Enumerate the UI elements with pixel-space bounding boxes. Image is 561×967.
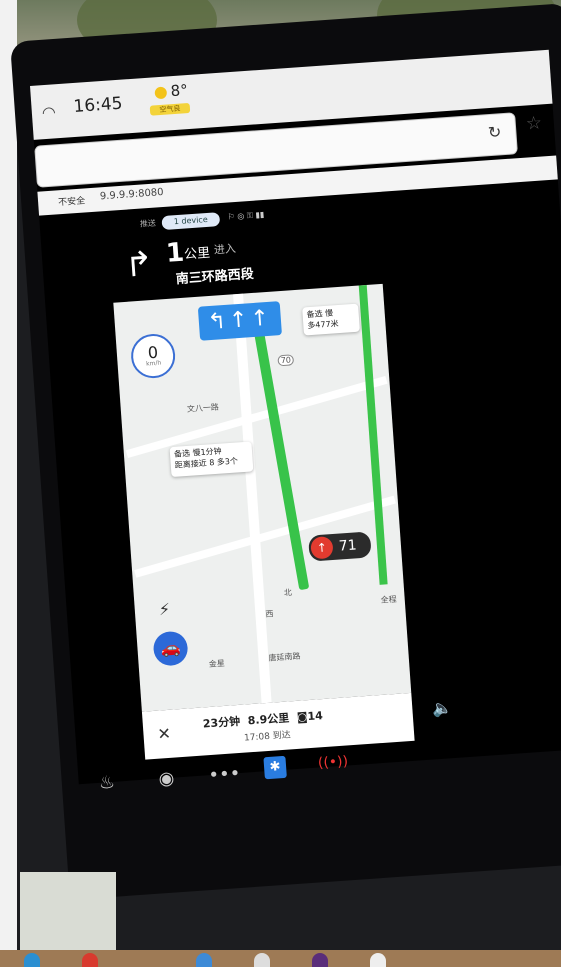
clock: 16:45 — [72, 93, 124, 117]
temperature: 8° — [170, 81, 189, 101]
address-text[interactable]: 9.9.9.9:8080 — [100, 187, 164, 202]
app-icon[interactable] — [312, 953, 328, 967]
thumbnail-preview[interactable] — [20, 872, 116, 950]
wifi-icon: ◠ — [41, 102, 57, 123]
device-prefix: 推送 — [139, 218, 157, 229]
turn-right-arrow-icon: ↱ — [123, 243, 155, 286]
turn-distance-unit: 公里 — [183, 245, 211, 263]
arrival-time: 17:08 到达 — [243, 730, 292, 744]
car-screen: ◠ 16:45 8° 空气良 ↻ ☆ 不安全 9.9.9.9:8080 推送 1… — [30, 49, 561, 794]
app-icon[interactable] — [24, 953, 40, 967]
security-label: 不安全 — [57, 196, 86, 209]
speedometer: 0 km/h — [129, 332, 177, 380]
bookmark-star-icon[interactable]: ☆ — [525, 112, 543, 134]
poi-label: 唐延南路 — [268, 651, 301, 663]
route-line — [254, 332, 310, 591]
turn-distance-number: 1 — [164, 237, 186, 269]
host-window-strip — [0, 0, 17, 967]
reload-icon[interactable]: ↻ — [487, 122, 502, 142]
poi-label: 全程 — [380, 594, 398, 605]
traffic-light-indicator: ↑ 71 — [308, 531, 372, 562]
volume-icon[interactable]: 🔈 — [432, 698, 453, 718]
car-mode-icon[interactable]: 🚗 — [152, 630, 189, 667]
alt-route-callout-right[interactable]: 备选 慢 多477米 — [302, 303, 360, 336]
light-countdown: 71 — [338, 537, 358, 555]
camera-icon[interactable]: ◉ — [158, 768, 175, 790]
weather-badge: 空气良 — [149, 102, 191, 116]
defrost-icon[interactable]: ♨ — [98, 772, 116, 794]
bluetooth-icon[interactable]: ✱ — [263, 755, 287, 780]
callout-line: 多477米 — [307, 319, 339, 331]
close-icon[interactable]: ✕ — [157, 724, 172, 744]
app-icon[interactable] — [370, 953, 386, 967]
navigation-map[interactable]: ↰↑↑ 0 km/h 文八一路 北 西 金星 唐延南路 全程 70 备选 慢1分… — [113, 283, 412, 712]
app-icon[interactable] — [82, 953, 98, 967]
eta-summary: 23分钟 8.9公里 ◙14 — [202, 707, 323, 731]
poi-label: 北 — [283, 587, 293, 598]
poi-label: 金星 — [208, 658, 226, 669]
status-icons: ⚐ ◎ ⚿ ▮▮ — [227, 209, 265, 222]
hazard-icon[interactable]: ((•)) — [317, 753, 348, 771]
charging-bolt-icon[interactable]: ⚡ — [158, 600, 171, 620]
poi-label: 文八一路 — [186, 402, 220, 414]
eta-lights: 14 — [307, 709, 324, 724]
turn-action: 进入 — [213, 242, 237, 257]
map-road — [125, 375, 388, 459]
poi-label: 西 — [265, 609, 274, 619]
eta-duration: 23分钟 — [202, 714, 241, 731]
app-icon[interactable] — [254, 953, 270, 967]
road-tag: 70 — [277, 354, 295, 367]
speed-unit: km/h — [145, 359, 162, 368]
eta-distance: 8.9公里 — [247, 711, 290, 728]
more-icon[interactable]: ••• — [208, 763, 241, 786]
sun-icon — [154, 86, 168, 100]
red-light-arrow-icon: ↑ — [310, 536, 334, 560]
lane-guidance: ↰↑↑ — [197, 301, 282, 341]
device-pill[interactable]: 1 device — [161, 212, 221, 231]
road-name: 南三环路西段 — [175, 266, 255, 288]
app-icon[interactable] — [196, 953, 212, 967]
alt-route-callout-left[interactable]: 备选 慢1分钟 距离接近 8 多3个 — [169, 441, 254, 478]
